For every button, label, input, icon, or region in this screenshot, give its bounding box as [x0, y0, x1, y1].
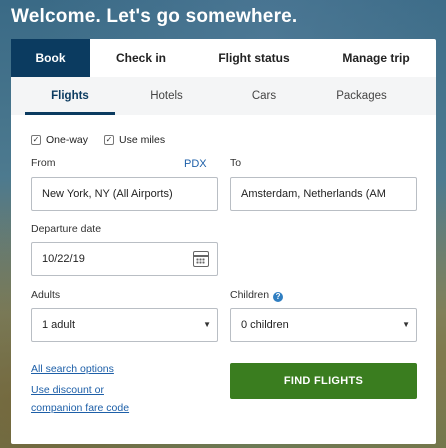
subtab-packages[interactable]: Packages: [324, 77, 399, 115]
booking-widget: Book Check in Flight status Manage trip …: [11, 39, 436, 444]
discount-code-link-line1[interactable]: Use discount or: [31, 384, 104, 396]
adults-label: Adults: [31, 289, 61, 301]
to-field[interactable]: Amsterdam, Netherlands (AM: [230, 177, 417, 211]
checkmark-icon: ✓: [104, 135, 115, 145]
discount-code-link-line2[interactable]: companion fare code: [31, 402, 129, 414]
subtab-hotels[interactable]: Hotels: [129, 77, 204, 115]
one-way-label: One-way: [46, 134, 89, 146]
children-select[interactable]: 0 children ▼: [230, 308, 417, 342]
checkmark-icon: ✓: [31, 135, 41, 145]
hero-title: Welcome. Let's go somewhere.: [11, 6, 298, 27]
departure-date-value: 10/22/19: [42, 253, 85, 265]
sub-tabs: Flights Hotels Cars Packages: [11, 77, 436, 115]
departure-date-field[interactable]: 10/22/19: [31, 242, 218, 276]
trip-options: ✓ One-way ✓ Use miles: [31, 134, 165, 146]
use-miles-checkbox[interactable]: ✓ Use miles: [104, 134, 165, 146]
to-label: To: [230, 157, 242, 169]
subtab-cars[interactable]: Cars: [204, 77, 324, 115]
from-label: From: [31, 157, 56, 169]
chevron-down-icon: ▼: [203, 320, 211, 329]
use-miles-label: Use miles: [119, 134, 166, 146]
chevron-down-icon: ▼: [402, 320, 410, 329]
tab-check-in[interactable]: Check in: [90, 39, 192, 77]
tab-manage-trip[interactable]: Manage trip: [316, 39, 436, 77]
one-way-checkbox[interactable]: ✓ One-way: [31, 134, 88, 146]
adults-select[interactable]: 1 adult ▼: [31, 308, 218, 342]
subtab-flights[interactable]: Flights: [11, 77, 129, 115]
adults-value: 1 adult: [42, 319, 76, 331]
departure-label: Departure date: [31, 223, 102, 235]
main-tabs: Book Check in Flight status Manage trip: [11, 39, 436, 77]
find-flights-button[interactable]: FIND FLIGHTS: [230, 363, 417, 399]
from-field[interactable]: New York, NY (All Airports): [31, 177, 218, 211]
tab-flight-status[interactable]: Flight status: [192, 39, 316, 77]
children-value: 0 children: [241, 319, 289, 331]
children-label-wrap: Children?: [230, 289, 284, 302]
children-label: Children: [230, 289, 270, 301]
calendar-icon[interactable]: [193, 251, 209, 267]
tab-book[interactable]: Book: [11, 39, 90, 77]
from-code-link[interactable]: PDX: [184, 158, 207, 170]
info-icon[interactable]: ?: [273, 291, 284, 302]
all-search-options-link[interactable]: All search options: [31, 363, 114, 375]
